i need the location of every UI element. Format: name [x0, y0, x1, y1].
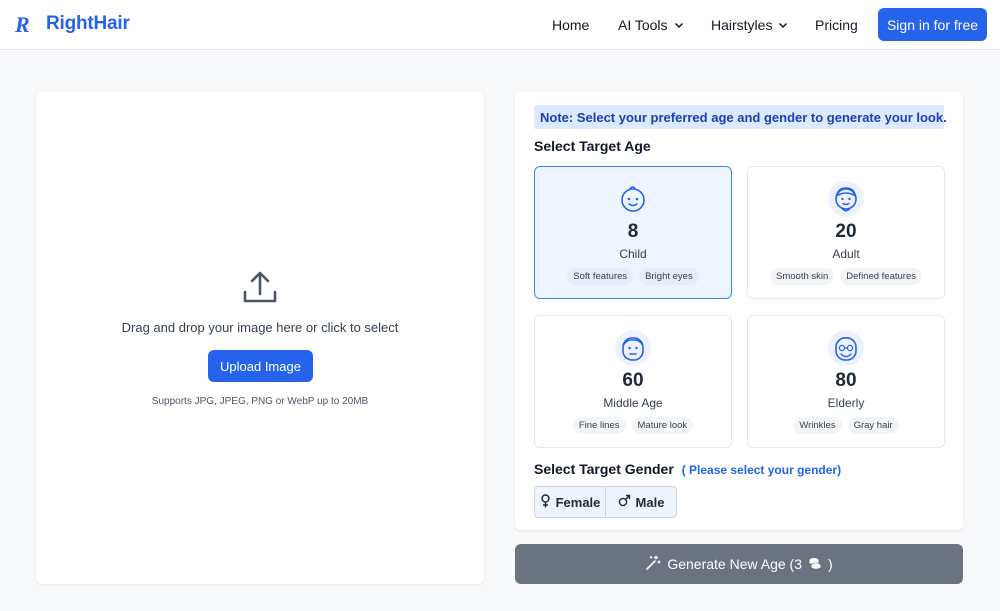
gender-male-button[interactable]: Male	[605, 487, 676, 517]
age-card-middle-age[interactable]: 60 Middle Age Fine lines Mature look	[534, 315, 732, 448]
age-label: Elderly	[827, 396, 865, 410]
age-card-child[interactable]: 8 Child Soft features Bright eyes	[534, 166, 732, 299]
gender-male-label: Male	[635, 494, 665, 510]
nav-ai-tools-label: AI Tools	[618, 17, 668, 33]
nav-hairstyles-label: Hairstyles	[711, 17, 773, 33]
adult-face-icon	[828, 181, 864, 217]
age-value: 8	[627, 221, 639, 242]
age-card-adult[interactable]: 20 Adult Smooth skin Defined features	[747, 166, 945, 299]
gender-hint: ( Please select your gender)	[681, 463, 842, 477]
age-value: 20	[835, 221, 857, 242]
upload-instructions: Drag and drop your image here or click t…	[121, 320, 399, 335]
age-tag: Defined features	[840, 268, 922, 285]
elderly-face-icon	[828, 330, 864, 366]
age-label: Adult	[832, 247, 860, 261]
age-tag: Mature look	[631, 417, 694, 434]
age-tag: Wrinkles	[793, 417, 842, 434]
selection-note: Note: Select your preferred age and gend…	[534, 105, 947, 129]
age-tags: Soft features Bright eyes	[535, 268, 731, 285]
upload-image-button[interactable]: Upload Image	[208, 350, 313, 382]
age-value: 60	[622, 370, 644, 391]
nav-hairstyles[interactable]: Hairstyles	[711, 17, 788, 33]
chevron-down-icon	[674, 20, 684, 30]
gender-female-button[interactable]: Female	[535, 487, 605, 517]
svg-text:R: R	[14, 12, 30, 37]
age-tag: Gray hair	[847, 417, 899, 434]
magic-wand-icon	[645, 554, 661, 574]
gender-section-title: Select Target Gender ( Please select you…	[534, 461, 841, 477]
chevron-down-icon	[778, 20, 788, 30]
generate-label: Generate New Age (3	[667, 556, 802, 572]
age-tag: Bright eyes	[639, 268, 699, 285]
age-tag: Fine lines	[572, 417, 626, 434]
male-symbol-icon	[618, 494, 631, 510]
age-tags: Wrinkles Gray hair	[748, 417, 944, 434]
brand-logo-icon: R	[12, 10, 38, 38]
upload-icon	[240, 270, 280, 306]
generate-button[interactable]: Generate New Age (3 )	[515, 544, 963, 584]
nav-pricing-label: Pricing	[815, 17, 858, 33]
nav-pricing[interactable]: Pricing	[815, 17, 858, 33]
gender-toggle-group: Female Male	[534, 486, 677, 518]
signin-button[interactable]: Sign in for free	[878, 8, 987, 41]
age-tag: Soft features	[567, 268, 634, 285]
credits-coin-icon	[808, 556, 822, 573]
upload-dropzone[interactable]	[36, 92, 484, 584]
top-header: R RightHair Home AI Tools Hairstyles Pri…	[0, 0, 1000, 50]
age-card-elderly[interactable]: 80 Elderly Wrinkles Gray hair	[747, 315, 945, 448]
nav-home[interactable]: Home	[552, 17, 589, 33]
age-tag: Smooth skin	[770, 268, 835, 285]
age-tags: Smooth skin Defined features	[748, 268, 944, 285]
nav-home-label: Home	[552, 17, 590, 33]
brand-name: RightHair	[46, 13, 130, 34]
brand-logo[interactable]: R RightHair	[12, 10, 130, 38]
female-symbol-icon	[540, 493, 551, 511]
gender-female-label: Female	[555, 494, 601, 510]
age-label: Child	[619, 247, 647, 261]
age-label: Middle Age	[603, 396, 663, 410]
child-face-icon	[615, 181, 651, 217]
middle-age-face-icon	[615, 330, 651, 366]
upload-format-hint: Supports JPG, JPEG, PNG or WebP up to 20…	[151, 396, 369, 407]
age-tags: Fine lines Mature look	[535, 417, 731, 434]
age-value: 80	[835, 370, 857, 391]
gender-title-text: Select Target Gender	[534, 461, 674, 477]
nav-ai-tools[interactable]: AI Tools	[618, 17, 684, 33]
age-section-title: Select Target Age	[534, 138, 651, 154]
generate-label-end: )	[827, 556, 833, 572]
